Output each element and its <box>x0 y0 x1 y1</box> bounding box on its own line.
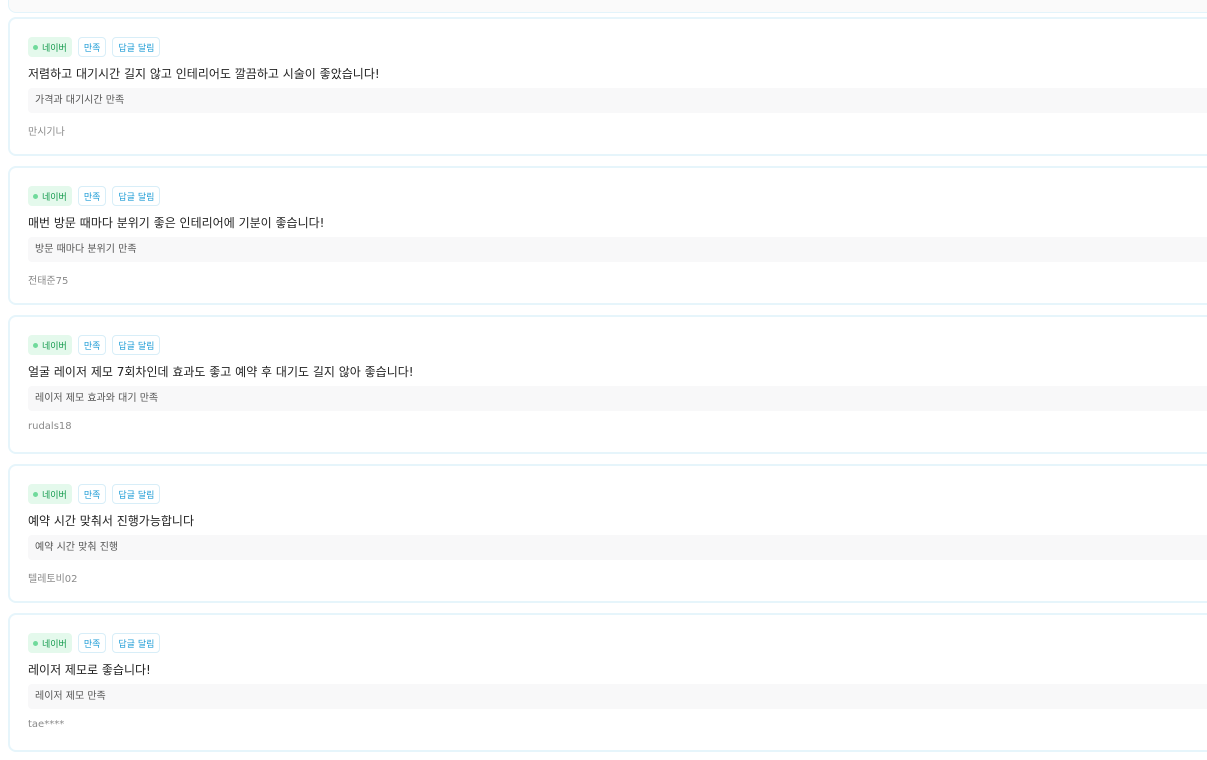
review-summary: 예약 시간 맞춰 진행 <box>28 535 1207 560</box>
platform-label: 네이버 <box>42 43 67 54</box>
review-author: rudals18 <box>28 421 72 432</box>
review-text: 레이저 제모로 좋습니다! <box>28 663 151 677</box>
review-summary: 레이저 제모 효과와 대기 만족 <box>28 386 1207 411</box>
reply-status-tag: 답글 달림 <box>112 633 161 653</box>
review-tags: 네이버 만족 답글 달림 <box>28 633 161 653</box>
review-card[interactable]: 네이버 만족 답글 달림 얼굴 레이저 제모 7회차인데 효과도 좋고 예약 후… <box>8 315 1207 454</box>
platform-tag: 네이버 <box>28 335 72 355</box>
review-author: 텔레토비02 <box>28 574 78 585</box>
review-page: 네이버 만족 답글 달림 저렴하고 대기시간 길지 않고 인테리어도 깔끔하고 … <box>0 0 1207 760</box>
review-author: 만시기나 <box>28 127 65 138</box>
review-text: 저렴하고 대기시간 길지 않고 인테리어도 깔끔하고 시술이 좋았습니다! <box>28 67 380 81</box>
sentiment-tag: 만족 <box>77 186 107 206</box>
platform-label: 네이버 <box>42 341 67 352</box>
sentiment-tag: 만족 <box>77 633 107 653</box>
platform-dot-icon <box>33 640 38 646</box>
sentiment-tag: 만족 <box>77 335 107 355</box>
review-card[interactable]: 네이버 만족 답글 달림 매번 방문 때마다 분위기 좋은 인테리어에 기분이 … <box>8 166 1207 305</box>
platform-tag: 네이버 <box>28 633 72 653</box>
review-tags: 네이버 만족 답글 달림 <box>28 37 161 57</box>
platform-dot-icon <box>33 44 38 50</box>
review-card[interactable]: 네이버 만족 답글 달림 저렴하고 대기시간 길지 않고 인테리어도 깔끔하고 … <box>8 17 1207 156</box>
review-author: tae**** <box>28 719 65 730</box>
review-tags: 네이버 만족 답글 달림 <box>28 186 161 206</box>
review-author: 전태준75 <box>28 276 69 287</box>
platform-dot-icon <box>33 491 38 497</box>
reply-status-tag: 답글 달림 <box>112 484 161 504</box>
platform-label: 네이버 <box>42 192 67 203</box>
review-tags: 네이버 만족 답글 달림 <box>28 484 161 504</box>
review-summary: 가격과 대기시간 만족 <box>28 88 1207 113</box>
sentiment-tag: 만족 <box>77 37 107 57</box>
platform-tag: 네이버 <box>28 186 72 206</box>
review-summary: 레이저 제모 만족 <box>28 684 1207 709</box>
platform-label: 네이버 <box>42 490 67 501</box>
platform-dot-icon <box>33 342 38 348</box>
platform-label: 네이버 <box>42 639 67 650</box>
reply-status-tag: 답글 달림 <box>112 37 161 57</box>
platform-tag: 네이버 <box>28 37 72 57</box>
review-list: 네이버 만족 답글 달림 저렴하고 대기시간 길지 않고 인테리어도 깔끔하고 … <box>8 17 1207 760</box>
review-text: 매번 방문 때마다 분위기 좋은 인테리어에 기분이 좋습니다! <box>28 216 325 230</box>
platform-dot-icon <box>33 193 38 199</box>
review-text: 예약 시간 맞춰서 진행가능합니다 <box>28 514 195 528</box>
previous-review-card-partial <box>8 0 1207 13</box>
reply-status-tag: 답글 달림 <box>112 335 161 355</box>
review-tags: 네이버 만족 답글 달림 <box>28 335 161 355</box>
review-card[interactable]: 네이버 만족 답글 달림 레이저 제모로 좋습니다! 레이저 제모 만족 tae… <box>8 613 1207 752</box>
review-summary: 방문 때마다 분위기 만족 <box>28 237 1207 262</box>
review-text: 얼굴 레이저 제모 7회차인데 효과도 좋고 예약 후 대기도 길지 않아 좋습… <box>28 365 414 379</box>
reply-status-tag: 답글 달림 <box>112 186 161 206</box>
sentiment-tag: 만족 <box>77 484 107 504</box>
review-card[interactable]: 네이버 만족 답글 달림 예약 시간 맞춰서 진행가능합니다 예약 시간 맞춰 … <box>8 464 1207 603</box>
platform-tag: 네이버 <box>28 484 72 504</box>
